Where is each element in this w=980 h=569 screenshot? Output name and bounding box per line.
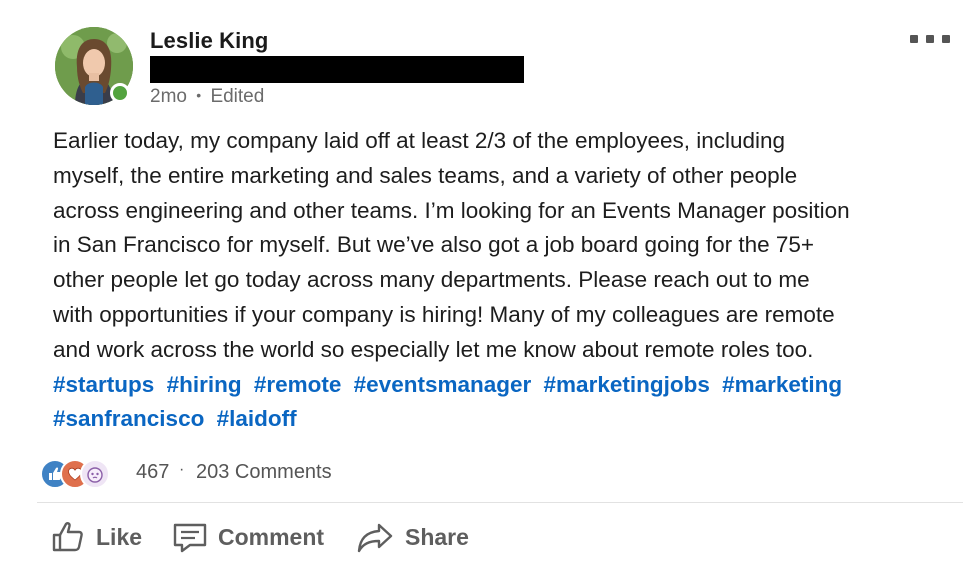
- hashtag-row: #sanfrancisco #laidoff: [53, 402, 963, 437]
- like-button[interactable]: Like: [50, 512, 142, 562]
- thumbs-up-icon: [52, 522, 83, 552]
- counts-separator: ·: [179, 461, 185, 478]
- hashtag-link[interactable]: #laidoff: [217, 406, 297, 431]
- hashtag-link[interactable]: #eventsmanager: [354, 372, 532, 397]
- hashtag-link[interactable]: #marketingjobs: [544, 372, 710, 397]
- edited-label: Edited: [210, 86, 265, 107]
- post-body: Earlier today, my company laid off at le…: [53, 124, 963, 437]
- post-meta: 2mo • Edited: [150, 86, 264, 108]
- post-body-line: myself, the entire marketing and sales t…: [53, 162, 798, 188]
- hashtag-link[interactable]: #startups: [53, 372, 154, 397]
- reaction-icons[interactable]: [40, 459, 140, 489]
- like-label: Like: [96, 523, 143, 550]
- author-headline-redacted: [150, 56, 524, 83]
- comment-button[interactable]: Comment: [172, 512, 324, 562]
- comment-label: Comment: [218, 523, 325, 550]
- meta-separator: •: [196, 87, 202, 103]
- dot-icon: [910, 35, 918, 43]
- post-body-line: and work across the world so especially …: [53, 336, 814, 362]
- hashtag-link[interactable]: #marketing: [722, 372, 842, 397]
- comments-count-link[interactable]: 203 Comments: [196, 461, 332, 484]
- hashtag-link[interactable]: #hiring: [167, 372, 242, 397]
- post-body-line: other people let go today across many de…: [53, 267, 810, 293]
- hashtag-row: #startups #hiring #remote #eventsmanager…: [53, 368, 963, 403]
- dot-icon: [942, 35, 950, 43]
- share-arrow-icon: [357, 523, 393, 553]
- post-body-line: with opportunities if your company is hi…: [53, 301, 835, 327]
- post-body-line: Earlier today, my company laid off at le…: [53, 128, 786, 153]
- post-time[interactable]: 2mo: [150, 86, 187, 107]
- hashtag-link[interactable]: #sanfrancisco: [53, 406, 204, 431]
- share-label: Share: [405, 523, 469, 550]
- online-status-indicator: [110, 83, 130, 103]
- share-button[interactable]: Share: [355, 512, 469, 562]
- comment-icon: [173, 523, 207, 553]
- reaction-count[interactable]: 467: [136, 461, 169, 484]
- feed-post: Leslie King 2mo • Edited Earlier today, …: [0, 0, 980, 569]
- more-options-button[interactable]: [910, 30, 950, 48]
- hashtag-link[interactable]: #remote: [254, 372, 342, 397]
- divider: [37, 502, 963, 503]
- author-name[interactable]: Leslie King: [150, 28, 268, 54]
- post-body-line: across engineering and other teams. I’m …: [53, 197, 850, 223]
- post-body-line: in San Francisco for myself. But we’ve a…: [53, 232, 815, 258]
- curious-reaction-icon: [80, 459, 110, 489]
- dot-icon: [926, 35, 934, 43]
